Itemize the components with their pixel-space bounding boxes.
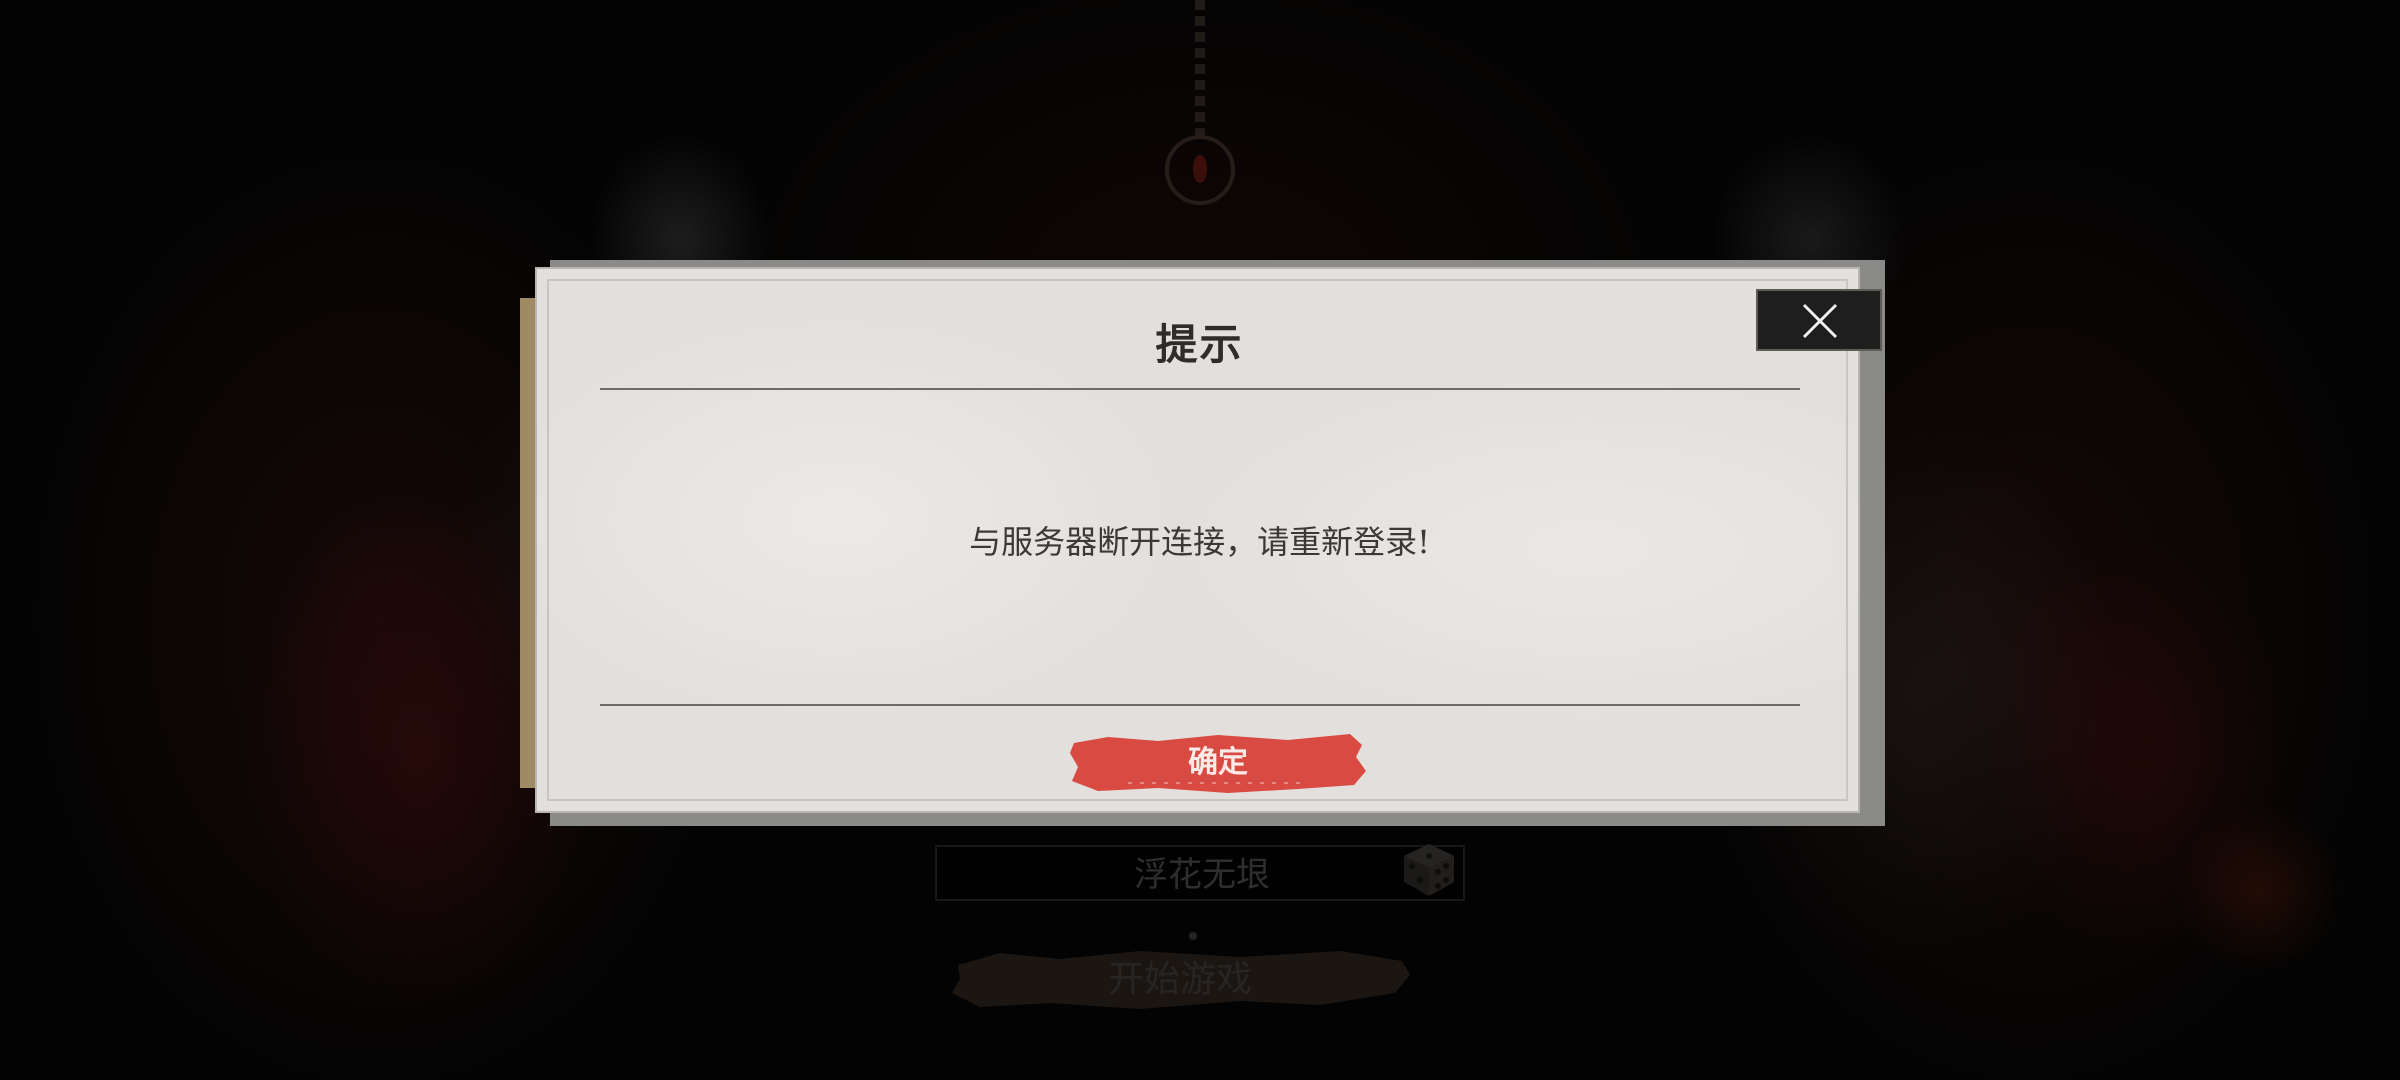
dialog-title: 提示 [1155,320,1244,369]
confirm-button[interactable]: 确定 [1068,731,1368,795]
close-button[interactable] [1756,289,1882,351]
close-icon [1802,303,1838,339]
footer-divider [600,704,1800,706]
title-divider [600,388,1800,390]
dialog-paper: 提示 与服务器断开连接，请重新登录! 确定 [535,267,1860,813]
confirm-label: 确定 [1188,745,1248,780]
dialog-message: 与服务器断开连接，请重新登录! [969,523,1430,561]
alert-dialog: 提示 与服务器断开连接，请重新登录! 确定 [520,250,1885,830]
